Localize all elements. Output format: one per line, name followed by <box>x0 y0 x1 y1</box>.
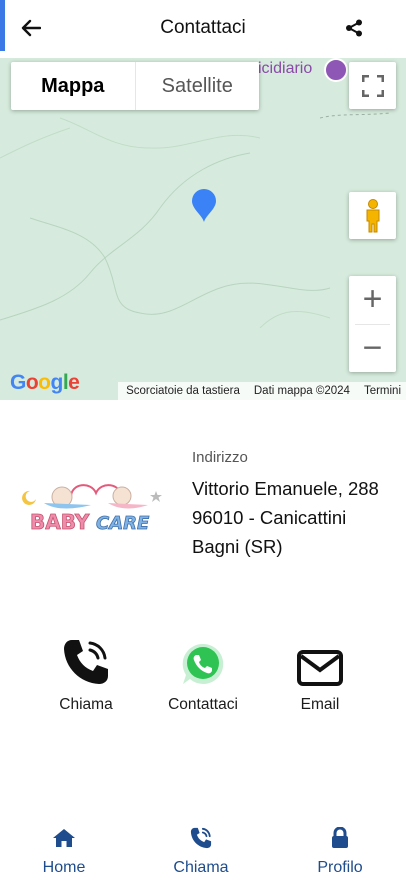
map-type-satellite-button[interactable]: Satellite <box>134 62 260 110</box>
pegman-icon <box>366 198 379 232</box>
poi-camera-icon[interactable] <box>324 58 348 82</box>
email-action-label: Email <box>300 696 340 713</box>
nav-home[interactable]: Home <box>14 825 114 877</box>
envelope-icon <box>297 650 343 686</box>
address-label: Indirizzo <box>192 449 248 466</box>
nav-profile-label: Profilo <box>317 859 363 876</box>
bottom-navigation: Home Chiama Profilo <box>0 815 406 883</box>
whatsapp-action-button[interactable]: Contattaci <box>153 634 253 714</box>
terms-link[interactable]: Termini <box>364 385 401 397</box>
keyboard-shortcuts-link[interactable]: Scorciatoie da tastiera <box>126 385 240 397</box>
zoom-controls: + − <box>349 276 396 372</box>
app-header: Contattaci <box>0 0 406 58</box>
phone-call-icon <box>64 640 108 684</box>
map-data-label: Dati mappa ©2024 <box>253 385 350 397</box>
share-icon <box>346 19 362 37</box>
google-logo: Google <box>10 371 80 394</box>
whatsapp-icon <box>182 643 224 684</box>
zoom-in-button[interactable]: + <box>349 276 396 324</box>
home-icon <box>53 829 75 847</box>
location-pin-icon[interactable] <box>191 189 217 223</box>
lock-icon <box>332 827 348 848</box>
phone-call-icon <box>190 827 212 849</box>
map-view[interactable]: icidiario Mappa Satellite + − Google Sco… <box>0 58 406 400</box>
svg-text:BABY: BABY <box>30 510 90 534</box>
nav-call-label: Chiama <box>173 859 229 876</box>
nav-home-label: Home <box>42 859 86 876</box>
share-button[interactable] <box>342 15 366 41</box>
street-view-button[interactable] <box>349 192 396 239</box>
email-action-button[interactable]: Email <box>270 634 370 714</box>
babycare-logo: BABY CARE <box>22 484 162 534</box>
map-footer: Scorciatoie da tastiera Dati mappa ©2024… <box>118 382 406 400</box>
map-type-toggle: Mappa Satellite <box>11 62 259 110</box>
whatsapp-action-label: Contattaci <box>168 696 238 713</box>
nav-profile[interactable]: Profilo <box>290 825 390 877</box>
svg-text:CARE: CARE <box>96 513 150 534</box>
address-line-1: Vittorio Emanuele, 288 <box>192 478 379 499</box>
fullscreen-icon <box>361 74 384 97</box>
address-text: Vittorio Emanuele, 288 96010 - Canicatti… <box>192 474 392 561</box>
zoom-out-button[interactable]: − <box>349 324 396 372</box>
call-action-button[interactable]: Chiama <box>36 634 136 714</box>
poi-label[interactable]: icidiario <box>258 60 312 78</box>
fullscreen-button[interactable] <box>349 62 396 109</box>
nav-call[interactable]: Chiama <box>151 825 251 877</box>
address-line-3: Bagni (SR) <box>192 536 283 557</box>
address-line-2: 96010 - Canicattini <box>192 507 347 528</box>
call-action-label: Chiama <box>59 696 113 713</box>
map-type-map-button[interactable]: Mappa <box>11 62 135 110</box>
